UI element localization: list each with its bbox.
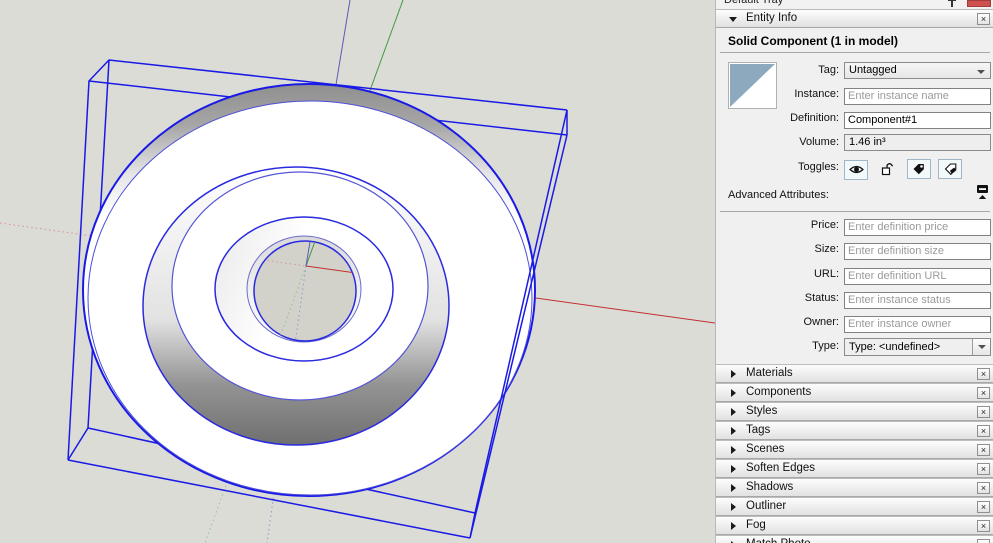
panel-header-scenes[interactable]: Scenes × — [716, 440, 993, 459]
expand-arrow-icon — [731, 522, 736, 530]
panel-header-styles[interactable]: Styles × — [716, 402, 993, 421]
expand-arrow-icon — [731, 465, 736, 473]
panel-header-outliner[interactable]: Outliner × — [716, 497, 993, 516]
expand-arrow-icon — [731, 389, 736, 397]
separator — [720, 52, 990, 53]
instance-label: Instance: — [794, 88, 839, 100]
type-value: Type: <undefined> — [849, 341, 941, 353]
close-icon[interactable]: × — [977, 463, 990, 475]
panel-header-fog[interactable]: Fog × — [716, 516, 993, 535]
entity-info-header[interactable]: Entity Info × — [716, 9, 993, 28]
combo-dropdown-button[interactable] — [972, 339, 990, 355]
close-icon[interactable]: × — [977, 406, 990, 418]
close-icon[interactable]: × — [977, 368, 990, 380]
url-label: URL: — [813, 268, 839, 280]
close-icon[interactable]: × — [977, 13, 990, 25]
tray-close-button[interactable] — [967, 0, 991, 7]
expand-arrow-icon — [731, 484, 736, 492]
definition-label: Definition: — [790, 112, 839, 124]
lock-open-icon[interactable] — [875, 160, 899, 180]
tag-label: Tag: — [818, 64, 839, 76]
close-icon[interactable]: × — [977, 482, 990, 494]
collapse-arrow-icon — [729, 17, 737, 22]
tray-title: Default Tray — [724, 0, 784, 6]
expand-arrow-icon — [731, 370, 736, 378]
entity-type-heading: Solid Component (1 in model) — [728, 34, 898, 48]
panel-header-materials[interactable]: Materials × — [716, 364, 993, 383]
default-tray: Default Tray Entity Info × Solid Compone… — [715, 0, 993, 543]
model-washer[interactable] — [82, 83, 536, 497]
type-label: Type: — [812, 340, 839, 352]
viewport-3d[interactable] — [0, 0, 715, 543]
owner-input[interactable] — [844, 315, 991, 333]
toggles-label: Toggles: — [798, 161, 839, 173]
panel-header-tags[interactable]: Tags × — [716, 421, 993, 440]
type-combobox[interactable]: Type: <undefined> — [844, 338, 991, 356]
expand-arrow-icon — [731, 427, 736, 435]
tag-eraser-icon[interactable] — [938, 159, 963, 179]
tag-value: Untagged — [849, 64, 897, 76]
chevron-down-icon — [977, 70, 985, 74]
tag-dropdown[interactable]: Untagged — [844, 62, 991, 79]
status-input[interactable] — [844, 291, 991, 309]
details-toggle-icon[interactable] — [976, 184, 989, 200]
url-input[interactable] — [844, 267, 991, 285]
owner-label: Owner: — [803, 316, 839, 328]
volume-value: 1.46 in³ — [844, 134, 991, 151]
chevron-down-icon — [978, 345, 986, 349]
close-icon[interactable]: × — [977, 501, 990, 513]
close-icon[interactable]: × — [977, 539, 990, 543]
panel-header-match-photo[interactable]: Match Photo × — [716, 535, 993, 543]
definition-input[interactable] — [844, 111, 991, 129]
expand-arrow-icon — [731, 503, 736, 511]
visibility-eye-icon[interactable] — [844, 160, 868, 180]
expand-arrow-icon — [731, 446, 736, 454]
close-icon[interactable]: × — [977, 387, 990, 399]
status-label: Status: — [804, 292, 839, 304]
close-icon[interactable]: × — [977, 444, 990, 456]
size-input[interactable] — [844, 242, 991, 260]
toggles-row — [844, 159, 991, 180]
close-icon[interactable]: × — [977, 520, 990, 532]
panel-header-components[interactable]: Components × — [716, 383, 993, 402]
sketchup-window: Default Tray Entity Info × Solid Compone… — [0, 0, 993, 543]
separator — [720, 211, 990, 212]
volume-label: Volume: — [799, 136, 839, 148]
pin-icon[interactable] — [947, 0, 957, 8]
washer-center-hole — [253, 240, 357, 342]
expand-arrow-icon — [731, 408, 736, 416]
instance-input[interactable] — [844, 87, 991, 105]
price-label: Price: — [810, 219, 839, 231]
tag-filled-icon[interactable] — [906, 159, 931, 179]
price-input[interactable] — [844, 218, 991, 236]
panel-header-soften-edges[interactable]: Soften Edges × — [716, 459, 993, 478]
entity-info-title: Entity Info — [746, 12, 798, 24]
panel-header-shadows[interactable]: Shadows × — [716, 478, 993, 497]
advanced-attributes-label: Advanced Attributes: — [728, 189, 829, 201]
size-label: Size: — [814, 243, 839, 255]
close-icon[interactable]: × — [977, 425, 990, 437]
